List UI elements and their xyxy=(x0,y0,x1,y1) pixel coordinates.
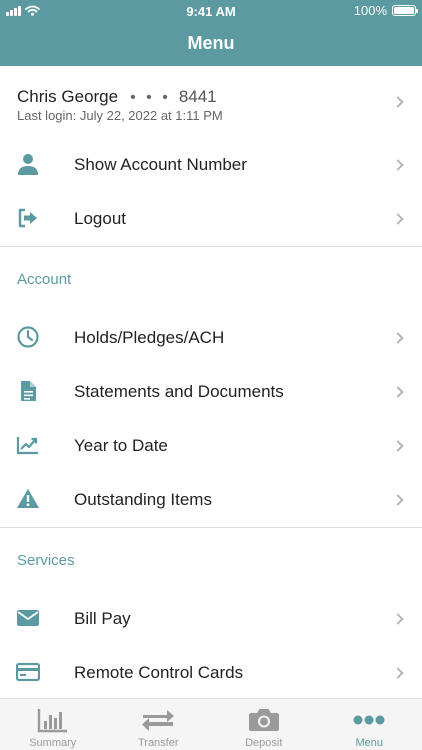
menu-item-label: Statements and Documents xyxy=(74,382,284,401)
menu-item-logout[interactable]: Logout xyxy=(0,192,422,246)
logout-icon xyxy=(15,205,41,231)
masked-dots: • • • xyxy=(130,89,171,106)
account-suffix: 8441 xyxy=(178,87,217,106)
chevron-right-icon xyxy=(392,440,404,452)
tab-menu[interactable]: Menu xyxy=(317,699,422,750)
menu-item-outstanding-items[interactable]: Outstanding Items xyxy=(0,473,422,527)
section-header-services: Services xyxy=(0,528,422,592)
tab-transfer[interactable]: Transfer xyxy=(106,699,212,750)
chevron-right-icon xyxy=(392,667,404,679)
menu-item-label: Year to Date xyxy=(74,436,168,455)
last-login: Last login: July 22, 2022 at 1:11 PM xyxy=(17,108,223,123)
tab-label: Summary xyxy=(29,737,77,749)
menu-item-remote-control-cards[interactable]: Remote Control Cards xyxy=(0,646,422,700)
chevron-right-icon xyxy=(392,213,404,225)
tab-label: Menu xyxy=(355,737,384,749)
page-title: Menu xyxy=(187,33,235,53)
profile-row[interactable]: Chris George • • • 8441 Last login: July 2… xyxy=(0,66,422,138)
menu-item-label: Show Account Number xyxy=(74,155,247,174)
battery-icon xyxy=(392,5,418,16)
menu-list: Chris George • • • 8441 Last login: July 2… xyxy=(0,66,422,700)
tab-label: Deposit xyxy=(245,737,283,749)
menu-item-statements-documents[interactable]: Statements and Documents xyxy=(0,365,422,419)
tab-label: Transfer xyxy=(137,737,179,749)
profile-name-line: Chris George • • • 8441 xyxy=(17,87,217,107)
section-header-account: Account xyxy=(0,247,422,311)
menu-item-show-account-number[interactable]: Show Account Number xyxy=(0,138,422,192)
section-title: Services xyxy=(17,552,75,569)
trend-chart-icon xyxy=(15,432,41,458)
status-right: 100% xyxy=(353,3,418,18)
bar-chart-icon xyxy=(36,707,70,733)
section-title: Account xyxy=(17,271,72,288)
card-icon xyxy=(15,659,41,685)
transfer-arrows-icon xyxy=(141,707,175,733)
tab-deposit[interactable]: Deposit xyxy=(211,699,317,750)
menu-item-label: Remote Control Cards xyxy=(74,663,244,682)
chevron-right-icon xyxy=(392,613,404,625)
menu-item-year-to-date[interactable]: Year to Date xyxy=(0,419,422,473)
chevron-right-icon xyxy=(392,96,404,108)
chevron-right-icon xyxy=(392,332,404,344)
menu-item-label: Outstanding Items xyxy=(74,490,212,509)
person-icon xyxy=(15,151,41,177)
status-bar: 9:41 AM 100% xyxy=(0,0,422,22)
menu-item-label: Bill Pay xyxy=(74,609,131,628)
profile-name: Chris George xyxy=(17,87,119,106)
more-dots-icon xyxy=(352,707,386,733)
chevron-right-icon xyxy=(392,159,404,171)
tab-bar: Summary Transfer Deposit Menu xyxy=(0,698,422,750)
chevron-right-icon xyxy=(392,494,404,506)
tab-summary[interactable]: Summary xyxy=(0,699,106,750)
chevron-right-icon xyxy=(392,386,404,398)
menu-item-bill-pay[interactable]: Bill Pay xyxy=(0,592,422,646)
envelope-icon xyxy=(15,605,41,631)
camera-icon xyxy=(247,707,281,733)
document-icon xyxy=(15,378,41,404)
clock-icon xyxy=(15,324,41,350)
header-bar: 9:41 AM 100% Menu xyxy=(0,0,422,66)
warning-icon xyxy=(15,486,41,512)
menu-item-holds-pledges-ach[interactable]: Holds/Pledges/ACH xyxy=(0,311,422,365)
menu-item-label: Logout xyxy=(74,209,126,228)
battery-percent: 100% xyxy=(353,3,387,18)
menu-item-label: Holds/Pledges/ACH xyxy=(74,328,225,347)
